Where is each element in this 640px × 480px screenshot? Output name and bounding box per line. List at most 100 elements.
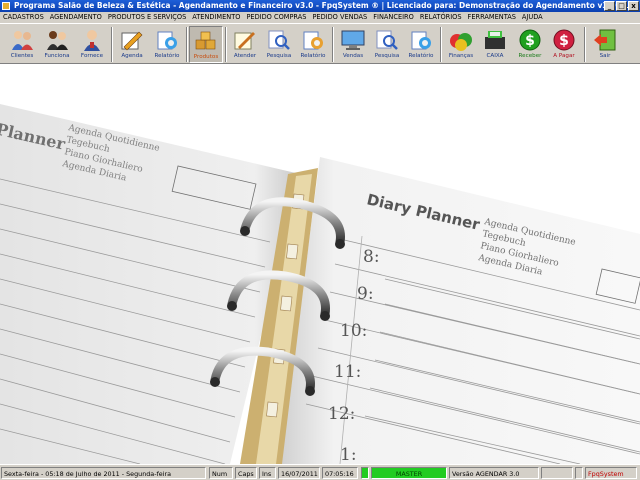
- relatorio-vendas-button[interactable]: Relatório: [404, 26, 438, 63]
- toolbar-separator: [440, 27, 442, 62]
- diary-planner-picture: Planner Agenda Quotidienne Tegebuch Pian…: [0, 104, 640, 464]
- relatorio-atendimento-label: Relatório: [300, 53, 326, 59]
- svg-text:$: $: [559, 33, 569, 49]
- status-day: Sexta-feira: [4, 470, 39, 478]
- supplier-icon: [84, 30, 100, 51]
- products-icon: [195, 31, 216, 50]
- produtos-label: Produtos: [193, 54, 219, 60]
- relatorio-agenda-label: Relatório: [154, 53, 180, 59]
- report-icon: [157, 31, 177, 50]
- menu-cadastros[interactable]: CADASTROS: [0, 12, 47, 23]
- status-ins: Ins: [259, 467, 276, 479]
- hour-label: 10:: [340, 321, 367, 341]
- app-window: Programa Salão de Beleza & Estética - Ag…: [0, 0, 640, 480]
- toolbar-separator: [111, 27, 113, 62]
- financas-button[interactable]: Finanças: [444, 26, 478, 63]
- hour-label: 9:: [357, 284, 374, 304]
- toolbar-separator: [332, 27, 334, 62]
- title-bar[interactable]: Programa Salão de Beleza & Estética - Ag…: [0, 0, 640, 12]
- caixa-label: CAIXA: [486, 53, 504, 59]
- employees-icon: [47, 31, 68, 50]
- monitor-icon: [341, 30, 365, 50]
- status-brand: FpqSystem: [585, 467, 637, 479]
- report-icon: [303, 31, 323, 50]
- atender-label: Atender: [233, 53, 257, 59]
- status-master: MASTER: [371, 467, 447, 479]
- relatorio-agenda-button[interactable]: Relatório: [150, 26, 184, 63]
- pesquisa-vendas-button[interactable]: Pesquisa: [370, 26, 404, 63]
- app-icon: [2, 2, 10, 10]
- status-bar: Sexta-feira - 05:18 de Julho de 2011 - S…: [0, 464, 640, 480]
- report-icon: [411, 31, 431, 50]
- funcionarios-label: Funciona: [44, 53, 70, 59]
- status-indicator: [361, 467, 369, 479]
- menu-bar: CADASTROS AGENDAMENTO PRODUTOS E SERVIÇO…: [0, 12, 640, 23]
- status-blank: [541, 467, 573, 479]
- hour-label: 12:: [328, 404, 355, 424]
- close-button[interactable]: x: [628, 1, 639, 11]
- pesquisa-vendas-label: Pesquisa: [374, 53, 400, 59]
- pesquisa-atendimento-label: Pesquisa: [266, 53, 292, 59]
- hour-label: 11:: [334, 362, 361, 382]
- toolbar: Clientes Funciona Fornece Agenda Relatór…: [0, 23, 640, 64]
- financas-label: Finanças: [448, 53, 474, 59]
- atender-button[interactable]: Atender: [228, 26, 262, 63]
- sair-button[interactable]: Sair: [588, 26, 622, 63]
- toolbar-separator: [186, 27, 188, 62]
- minimize-button[interactable]: _: [604, 1, 615, 11]
- window-title: Programa Salão de Beleza & Estética - Ag…: [14, 1, 640, 10]
- menu-ajuda[interactable]: AJUDA: [519, 12, 546, 23]
- dollar-icon: $: [553, 29, 575, 51]
- vendas-button[interactable]: Vendas: [336, 26, 370, 63]
- search-icon: [376, 30, 398, 50]
- finance-icon: [450, 33, 472, 51]
- hour-label: 8:: [363, 247, 380, 267]
- fornecedores-label: Fornece: [80, 53, 104, 59]
- clients-icon: [12, 31, 33, 50]
- toolbar-separator: [225, 27, 227, 62]
- a-pagar-button[interactable]: $ A Pagar: [547, 26, 581, 63]
- clientes-label: Clientes: [10, 53, 34, 59]
- attend-icon: [234, 32, 255, 50]
- status-date-text: Sexta-feira - 05:18 de Julho de 2011 - S…: [1, 467, 206, 479]
- menu-financeiro[interactable]: FINANCEIRO: [370, 12, 417, 23]
- status-caps: Caps: [235, 467, 257, 479]
- status-date: 16/07/2011: [278, 467, 320, 479]
- caixa-button[interactable]: CAIXA: [478, 26, 512, 63]
- status-blank-2: [575, 467, 583, 479]
- dollar-icon: $: [519, 29, 541, 51]
- status-num: Num: [209, 467, 233, 479]
- funcionarios-button[interactable]: Funciona: [40, 26, 74, 63]
- hour-label: 1:: [340, 445, 357, 464]
- menu-relatorios[interactable]: RELATÓRIOS: [417, 12, 465, 23]
- relatorio-vendas-label: Relatório: [408, 53, 434, 59]
- relatorio-atendimento-button[interactable]: Relatório: [296, 26, 330, 63]
- vendas-label: Vendas: [342, 53, 364, 59]
- menu-ferramentas[interactable]: FERRAMENTAS: [465, 12, 519, 23]
- pesquisa-atendimento-button[interactable]: Pesquisa: [262, 26, 296, 63]
- window-controls: _ □ x: [604, 1, 639, 11]
- cash-register-icon: [485, 31, 505, 49]
- menu-agendamento[interactable]: AGENDAMENTO: [47, 12, 105, 23]
- menu-produtos-servicos[interactable]: PRODUTOS E SERVIÇOS: [105, 12, 189, 23]
- svg-text:$: $: [525, 33, 535, 49]
- status-time: 07:05:16: [322, 467, 358, 479]
- status-long-date: - 05:18 de Julho de 2011 - Segunda-feira: [40, 470, 172, 478]
- background-image: Planner Agenda Quotidienne Tegebuch Pian…: [0, 64, 640, 464]
- search-icon: [268, 30, 290, 50]
- agenda-label: Agenda: [121, 53, 143, 59]
- clientes-button[interactable]: Clientes: [5, 26, 39, 63]
- menu-atendimento[interactable]: ATENDIMENTO: [189, 12, 243, 23]
- menu-pedido-compras[interactable]: PEDIDO COMPRAS: [243, 12, 309, 23]
- toolbar-separator: [584, 27, 586, 62]
- produtos-button[interactable]: Produtos: [189, 26, 223, 63]
- agenda-icon: [121, 31, 143, 51]
- menu-pedido-vendas[interactable]: PEDIDO VENDAS: [309, 12, 370, 23]
- a-pagar-label: A Pagar: [553, 53, 575, 59]
- receber-button[interactable]: $ Receber: [513, 26, 547, 63]
- exit-icon: [594, 29, 616, 51]
- fornecedores-button[interactable]: Fornece: [75, 26, 109, 63]
- receber-label: Receber: [518, 53, 542, 59]
- agenda-button[interactable]: Agenda: [115, 26, 149, 63]
- maximize-button[interactable]: □: [616, 1, 627, 11]
